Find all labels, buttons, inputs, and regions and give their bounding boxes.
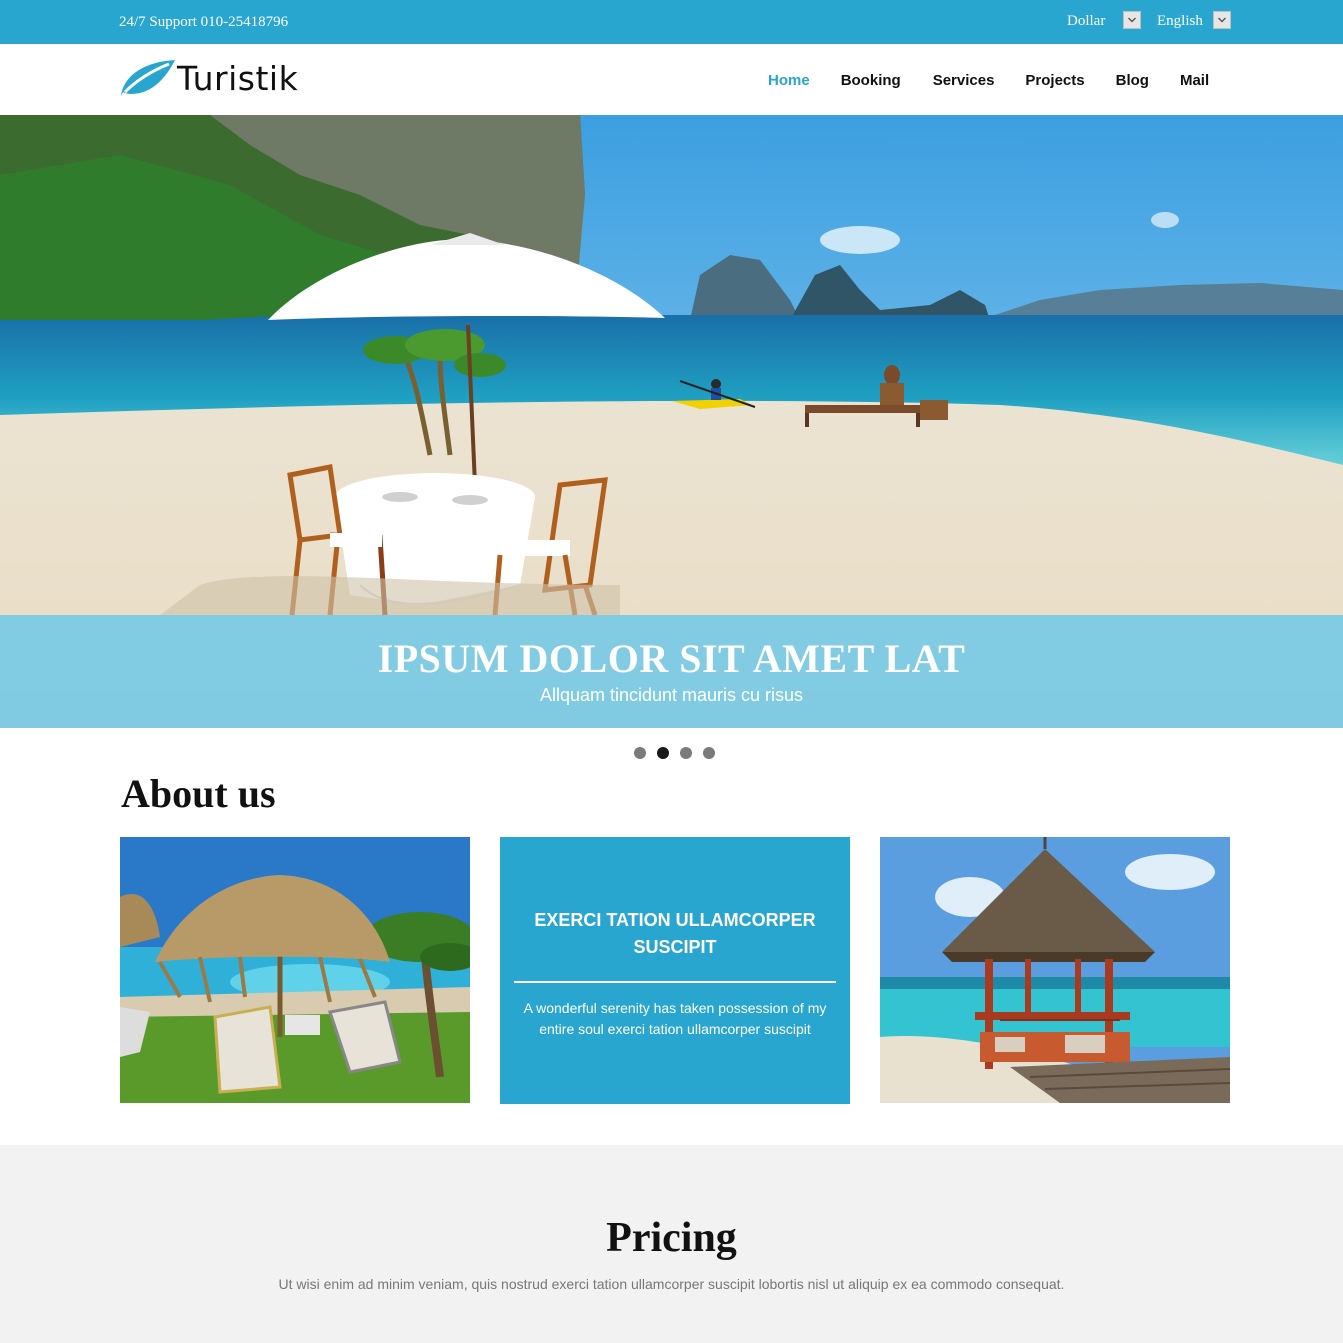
chevron-down-icon[interactable]	[1123, 11, 1141, 29]
logo-text: Turistik	[177, 58, 299, 98]
nav-home[interactable]: Home	[768, 72, 810, 89]
about-card-title: EXERCI TATION ULLAMCORPER SUSCIPIT	[534, 910, 816, 957]
about-title: About us	[121, 771, 276, 816]
about-pool-image	[120, 837, 470, 1103]
site-logo[interactable]: Turistik	[119, 58, 298, 98]
leaf-logo-icon	[121, 60, 175, 96]
nav-booking[interactable]: Booking	[841, 72, 901, 89]
about-info-card: EXERCI TATION ULLAMCORPER SUSCIPIT A won…	[500, 837, 850, 1104]
hero-slider[interactable]: IPSUM DOLOR SIT AMET LAT Allquam tincidu…	[0, 115, 1343, 728]
about-card-text: A wonderful serenity has taken possessio…	[523, 1000, 827, 1037]
nav-blog[interactable]: Blog	[1116, 72, 1149, 89]
pricing-title: Pricing	[606, 1215, 737, 1261]
slider-dot-3[interactable]	[680, 747, 692, 759]
pricing-section: Pricing Ut wisi enim ad minim veniam, qu…	[0, 1145, 1343, 1343]
nav-mail[interactable]: Mail	[1180, 72, 1209, 89]
about-card-divider	[514, 981, 836, 983]
language-select-value: English	[1157, 12, 1203, 29]
nav-projects[interactable]: Projects	[1025, 72, 1084, 89]
about-gazebo-image	[880, 837, 1230, 1103]
hero-title: IPSUM DOLOR SIT AMET LAT	[377, 636, 966, 681]
slider-dot-1[interactable]	[634, 747, 646, 759]
nav-services[interactable]: Services	[933, 72, 995, 89]
hero-caption: IPSUM DOLOR SIT AMET LAT Allquam tincidu…	[0, 615, 1343, 728]
chevron-down-icon[interactable]	[1213, 11, 1231, 29]
currency-select[interactable]: Dollar	[1067, 11, 1141, 31]
currency-select-value: Dollar	[1067, 12, 1106, 29]
support-phone: 24/7 Support 010-25418796	[119, 14, 289, 30]
site-header: Turistik Home Booking Services Projects …	[0, 44, 1343, 115]
top-bar: 24/7 Support 010-25418796 Dollar English	[0, 0, 1343, 44]
slider-dot-4[interactable]	[703, 747, 715, 759]
slider-pagination	[634, 747, 726, 759]
language-select[interactable]: English	[1157, 11, 1231, 31]
main-nav: Home Booking Services Projects Blog Mail	[768, 72, 1209, 89]
pricing-description: Ut wisi enim ad minim veniam, quis nostr…	[278, 1276, 1065, 1292]
hero-subtitle: Allquam tincidunt mauris cu risus	[539, 685, 804, 705]
slider-dot-2[interactable]	[657, 747, 669, 759]
